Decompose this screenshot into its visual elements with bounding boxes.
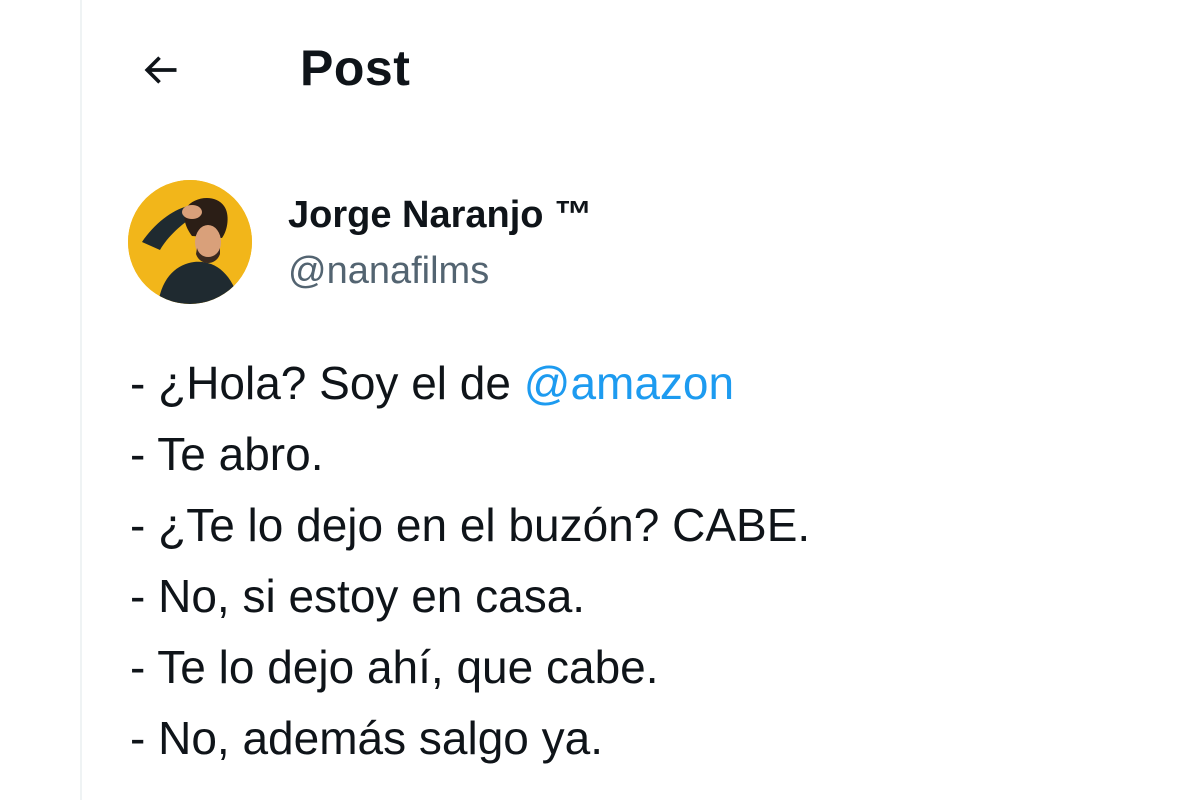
tweet-line: - No, si estoy en casa. bbox=[130, 570, 586, 622]
tweet-text: - ¿Hola? Soy el de @amazon - Te abro. - … bbox=[130, 348, 1170, 774]
tweet-line: - ¿Hola? Soy el de @amazon bbox=[130, 348, 1170, 419]
tweet-line: - No, además salgo ya. bbox=[130, 712, 604, 764]
mention-link[interactable]: @amazon bbox=[524, 357, 734, 409]
post-page: Post Jorge Naranjo ™ @nanafilms - ¿Hola?… bbox=[0, 0, 1200, 800]
tweet-line: - Te abro. bbox=[130, 428, 324, 480]
arrow-left-icon bbox=[144, 56, 177, 84]
author-handle[interactable]: @nanafilms bbox=[288, 248, 489, 294]
back-button[interactable] bbox=[128, 38, 192, 102]
tweet-author: Jorge Naranjo ™ @nanafilms bbox=[128, 180, 1028, 310]
tweet-line: - Te lo dejo ahí, que cabe. bbox=[130, 641, 659, 693]
avatar[interactable] bbox=[128, 180, 252, 304]
author-display-name[interactable]: Jorge Naranjo ™ bbox=[288, 192, 592, 238]
profile-photo bbox=[128, 180, 252, 304]
column-divider bbox=[80, 0, 82, 800]
tweet-line: - ¿Te lo dejo en el buzón? CABE. bbox=[130, 499, 811, 551]
page-title: Post bbox=[300, 40, 411, 96]
tweet-line-text: - ¿Hola? Soy el de bbox=[130, 357, 524, 409]
